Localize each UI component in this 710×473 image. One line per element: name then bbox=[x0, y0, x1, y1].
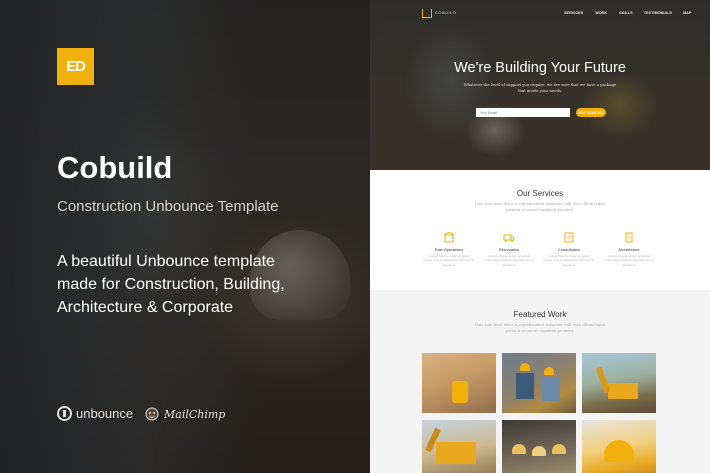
service-item: Architecture Lorem ipsum dolor sit amet … bbox=[600, 232, 658, 267]
email-input[interactable] bbox=[476, 108, 570, 117]
nav-link-work[interactable]: WORK bbox=[595, 11, 607, 15]
building-logo-icon bbox=[422, 9, 432, 18]
badge-text: ED bbox=[66, 58, 86, 75]
service-name: Renovation bbox=[498, 247, 520, 252]
truck-icon bbox=[503, 234, 515, 242]
hero-title: We're Building Your Future bbox=[454, 60, 626, 76]
services-title: Our Services bbox=[516, 189, 564, 198]
service-text: Lorem ipsum dolor sit amet consectetur a… bbox=[483, 254, 535, 267]
template-preview: COBUILD SERVICES WORK SKILLS TESTIMONIAL… bbox=[370, 0, 710, 473]
service-name: Past Operations bbox=[434, 247, 464, 252]
service-item: Past Operations Lorem ipsum dolor sit am… bbox=[420, 232, 478, 267]
unbounce-logo: unbounce bbox=[57, 406, 133, 421]
product-description: A beautiful Unbounce template made for C… bbox=[57, 250, 357, 319]
unbounce-icon bbox=[57, 406, 72, 421]
description-line: A beautiful Unbounce template bbox=[57, 253, 275, 270]
get-started-button[interactable]: GET STARTED bbox=[576, 108, 606, 117]
nav-link-services[interactable]: SERVICES bbox=[564, 11, 583, 15]
description-line: made for Construction, Building, bbox=[57, 276, 285, 293]
unbounce-label: unbounce bbox=[76, 406, 134, 421]
service-item: Renovation Lorem ipsum dolor sit amet co… bbox=[480, 232, 538, 267]
featured-description: Duis aute irure dolor in reprehenderit v… bbox=[475, 323, 605, 333]
service-name: Architecture bbox=[618, 247, 640, 252]
nav-link-map[interactable]: MAP bbox=[683, 11, 691, 15]
service-text: Lorem ipsum dolor sit amet consectetur a… bbox=[603, 254, 655, 267]
product-title: Cobuild bbox=[57, 150, 173, 185]
nav-links: SERVICES WORK SKILLS TESTIMONIALS MAP bbox=[564, 11, 691, 15]
hero-section: COBUILD SERVICES WORK SKILLS TESTIMONIAL… bbox=[370, 0, 710, 170]
work-thumbnail-skyscraper[interactable] bbox=[422, 353, 496, 413]
mailchimp-icon bbox=[145, 407, 159, 421]
work-thumbnail-workers[interactable] bbox=[502, 353, 576, 413]
promo-panel: ED Cobuild Construction Unbounce Templat… bbox=[0, 0, 370, 473]
mailchimp-logo: MailChimp bbox=[144, 406, 225, 422]
mailchimp-label: MailChimp bbox=[164, 407, 226, 421]
nav-link-skills[interactable]: SKILLS bbox=[619, 11, 633, 15]
nav-logo-text[interactable]: COBUILD bbox=[435, 10, 456, 15]
work-thumbnail-hardhat-plans[interactable] bbox=[582, 420, 656, 473]
nav-link-testimonials[interactable]: TESTIMONIALS bbox=[644, 11, 672, 15]
product-subtitle: Construction Unbounce Template bbox=[57, 198, 279, 215]
services-section: Our Services Duis aute irure dolor in re… bbox=[370, 170, 710, 290]
description-line: Architecture & Corporate bbox=[57, 299, 234, 316]
service-text: Lorem ipsum dolor sit amet consectetur a… bbox=[423, 254, 475, 267]
featured-work-section: Featured Work Duis aute irure dolor in r… bbox=[370, 290, 710, 473]
work-thumbnail-hardhats[interactable] bbox=[502, 420, 576, 473]
top-nav: COBUILD SERVICES WORK SKILLS TESTIMONIAL… bbox=[370, 8, 710, 20]
envato-badge-logo: ED bbox=[57, 48, 94, 85]
service-text: Lorem ipsum dolor sit amet consectetur a… bbox=[543, 254, 595, 267]
service-item: Consultation Lorem ipsum dolor sit amet … bbox=[540, 232, 598, 267]
blueprint-icon bbox=[564, 232, 574, 243]
work-thumbnail-digger[interactable] bbox=[422, 420, 496, 473]
services-description: Duis aute irure dolor in reprehenderit v… bbox=[475, 202, 605, 212]
work-thumbnail-excavator[interactable] bbox=[582, 353, 656, 413]
featured-title: Featured Work bbox=[513, 310, 567, 319]
crane-icon bbox=[443, 232, 455, 243]
service-name: Consultation bbox=[557, 247, 581, 252]
building-icon bbox=[625, 232, 633, 243]
hero-subtitle: Whatever the level of support you requir… bbox=[463, 82, 617, 93]
